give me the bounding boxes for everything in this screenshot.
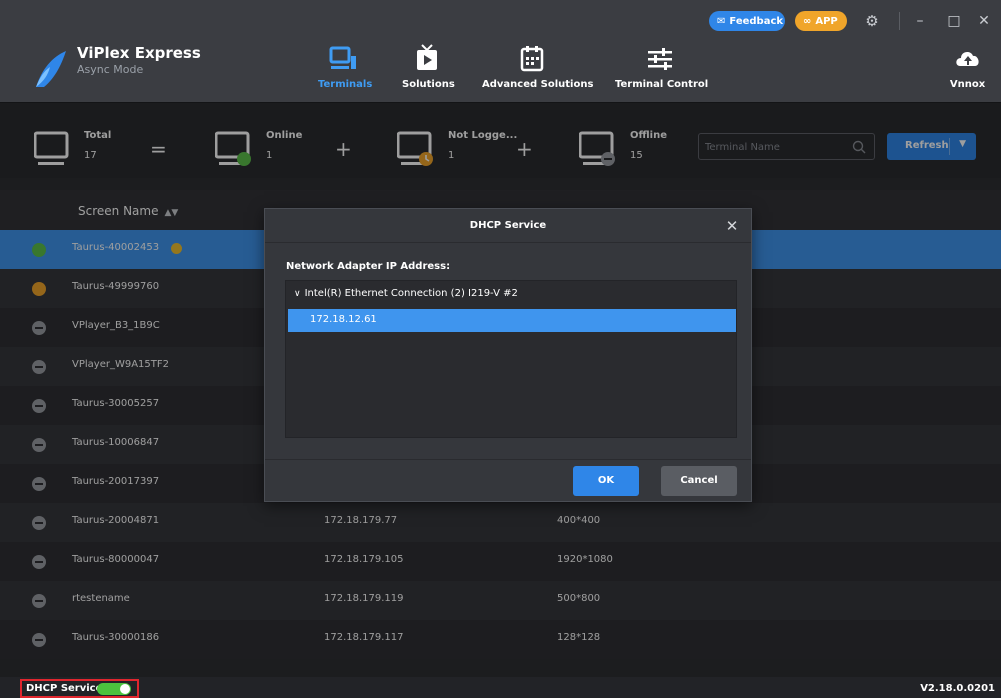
settings-gear-icon[interactable]: ⚙: [862, 11, 882, 31]
cloud-upload-icon: [955, 52, 979, 66]
close-window-icon[interactable]: ✕: [974, 11, 994, 31]
play-screen-icon: [417, 44, 437, 70]
adapter-tree: ∨ Intel(R) Ethernet Connection (2) I219-V…: [285, 280, 737, 438]
app-version: V2.18.0.0201: [920, 683, 995, 694]
nav-advanced-solutions[interactable]: Advanced Solutions: [482, 44, 593, 98]
sliders-icon: [648, 48, 672, 70]
cancel-button[interactable]: Cancel: [661, 466, 737, 496]
app-header: ViPlex Express Async Mode ✉ Feedback ∞ A…: [0, 0, 1001, 102]
viplex-logo-icon: [36, 51, 66, 87]
dhcp-service-control: DHCP Service: [20, 679, 139, 698]
app-name: ViPlex Express: [77, 44, 201, 62]
adapter-ip-item[interactable]: 172.18.12.61: [288, 309, 736, 332]
minimize-icon[interactable]: –: [910, 11, 930, 31]
toggle-knob: [120, 684, 130, 694]
ok-button[interactable]: OK: [573, 466, 639, 496]
nav-terminal-control[interactable]: Terminal Control: [615, 44, 708, 98]
feedback-icon: ✉: [717, 15, 726, 27]
maximize-icon[interactable]: □: [944, 11, 964, 31]
link-icon: ∞: [803, 15, 812, 27]
app-mode: Async Mode: [77, 63, 144, 76]
close-icon[interactable]: ✕: [723, 216, 741, 236]
app-button[interactable]: ∞ APP: [795, 11, 847, 31]
monitor-icon: [329, 46, 356, 69]
dhcp-service-label: DHCP Service: [26, 683, 103, 694]
status-bar: [0, 677, 1001, 698]
dhcp-service-dialog: DHCP Service ✕ Network Adapter IP Addres…: [264, 208, 752, 502]
nav-vnnox[interactable]: Vnnox: [945, 44, 990, 98]
nav-terminals[interactable]: Terminals: [318, 44, 372, 98]
chevron-down-icon[interactable]: ∨: [294, 289, 301, 299]
dialog-title: DHCP Service: [265, 209, 751, 243]
dhcp-service-toggle[interactable]: [97, 683, 131, 695]
feedback-button[interactable]: ✉ Feedback: [709, 11, 785, 31]
nav-solutions[interactable]: Solutions: [402, 44, 455, 98]
topbar-divider: [899, 12, 900, 30]
adapter-ip-label: 172.18.12.61: [310, 314, 377, 325]
adapter-field-label: Network Adapter IP Address:: [286, 261, 451, 272]
adapter-node[interactable]: ∨ Intel(R) Ethernet Connection (2) I219-V…: [294, 288, 518, 299]
dialog-footer-divider: [265, 459, 751, 460]
calendar-icon: [520, 46, 544, 72]
